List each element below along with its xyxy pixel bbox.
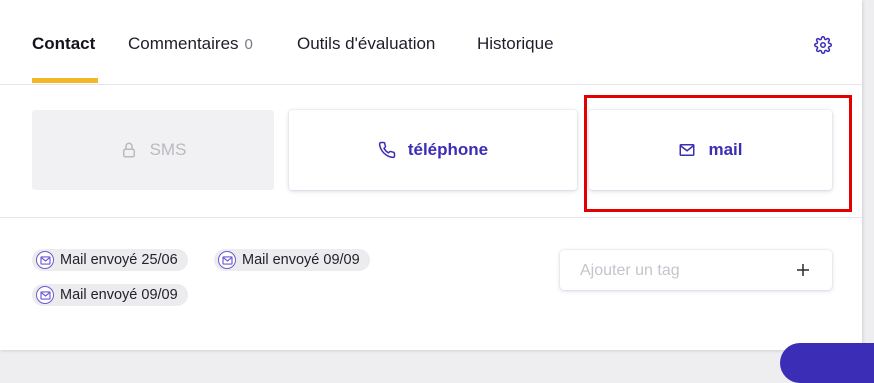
tag-input[interactable] — [578, 259, 782, 283]
mail-icon — [36, 251, 54, 269]
history-chip: Mail envoyé 25/06 — [32, 249, 188, 271]
phone-icon — [378, 141, 396, 159]
history-chip: Mail envoyé 09/09 — [32, 284, 188, 306]
tab-historique[interactable]: Historique — [477, 34, 554, 56]
mail-icon — [679, 144, 695, 156]
telephone-button[interactable]: téléphone — [289, 110, 577, 190]
tab-historique-label: Historique — [477, 34, 554, 53]
mail-icon — [218, 251, 236, 269]
tab-contact-label: Contact — [32, 34, 96, 53]
tab-outils-evaluation[interactable]: Outils d'évaluation — [297, 34, 435, 56]
floating-action-button[interactable] — [780, 343, 874, 383]
tab-bar: Contact Commentaires 0 Outils d'évaluatio… — [0, 0, 862, 85]
sms-button: SMS — [32, 110, 274, 190]
history-chip-label: Mail envoyé 09/09 — [242, 252, 360, 268]
section-divider — [0, 217, 862, 218]
mail-button[interactable]: mail — [589, 110, 832, 190]
sms-label: SMS — [149, 140, 187, 159]
tag-input-box — [560, 250, 832, 290]
mail-icon — [36, 286, 54, 304]
mail-label: mail — [708, 140, 743, 159]
telephone-label: téléphone — [407, 140, 489, 159]
lock-icon — [122, 142, 135, 158]
active-tab-indicator — [32, 78, 98, 83]
gear-icon[interactable] — [814, 36, 832, 54]
tab-commentaires[interactable]: Commentaires 0 — [128, 34, 253, 56]
history-chip-label: Mail envoyé 09/09 — [60, 287, 178, 303]
plus-icon[interactable] — [794, 261, 812, 279]
history-chip: Mail envoyé 09/09 — [214, 249, 370, 271]
comment-count-badge: 0 — [244, 36, 253, 53]
history-chip-label: Mail envoyé 25/06 — [60, 252, 178, 268]
tab-outils-label: Outils d'évaluation — [297, 34, 436, 53]
contact-panel: Contact Commentaires 0 Outils d'évaluatio… — [0, 0, 862, 350]
tab-contact[interactable]: Contact — [32, 34, 95, 56]
tab-commentaires-label: Commentaires — [128, 34, 239, 53]
